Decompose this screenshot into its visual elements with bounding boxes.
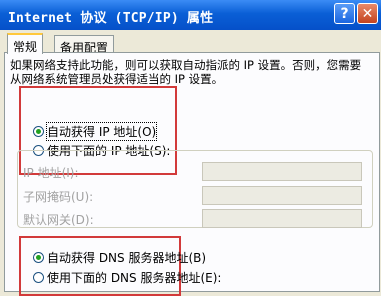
- description-text: 如果网络支持此功能，则可以获取自动指派的 IP 设置。否则，您需要从网络系统管理…: [10, 58, 362, 86]
- subnet-mask-field[interactable]: [202, 186, 362, 205]
- ip-auto-option[interactable]: 自动获得 IP 地址(O): [33, 122, 158, 141]
- close-button[interactable]: ✕: [357, 3, 378, 24]
- help-icon: ?: [340, 5, 349, 22]
- tab-alternate-config[interactable]: 备用配置: [54, 35, 115, 55]
- tab-strip: 常规 备用配置: [0, 30, 381, 55]
- subnet-mask-label: 子网掩码(U):: [23, 190, 94, 204]
- dns-auto-option[interactable]: 自动获得 DNS 服务器地址(B): [33, 249, 206, 266]
- ip-address-label: IP 地址(I):: [23, 166, 79, 180]
- dns-highlight-box: [19, 236, 181, 296]
- window-title: Internet 协议 (TCP/IP) 属性: [8, 11, 214, 26]
- ip-auto-radio[interactable]: [33, 126, 44, 137]
- default-gateway-field[interactable]: [202, 209, 362, 228]
- title-bar: Internet 协议 (TCP/IP) 属性 ? ✕: [0, 0, 381, 30]
- dns-manual-radio[interactable]: [33, 272, 44, 283]
- ip-auto-label: 自动获得 IP 地址(O): [45, 122, 158, 141]
- dns-manual-option[interactable]: 使用下面的 DNS 服务器地址(E):: [33, 269, 221, 286]
- close-icon: ✕: [361, 5, 374, 22]
- dns-manual-label: 使用下面的 DNS 服务器地址(E):: [47, 271, 222, 285]
- dns-auto-label: 自动获得 DNS 服务器地址(B): [47, 251, 207, 265]
- general-panel: 如果网络支持此功能，则可以获取自动指派的 IP 设置。否则，您需要从网络系统管理…: [4, 52, 380, 296]
- default-gateway-label: 默认网关(D):: [23, 213, 94, 227]
- ip-address-field[interactable]: [202, 162, 362, 181]
- help-button[interactable]: ?: [334, 3, 355, 24]
- tab-general[interactable]: 常规: [7, 33, 44, 54]
- dns-auto-radio[interactable]: [33, 252, 44, 263]
